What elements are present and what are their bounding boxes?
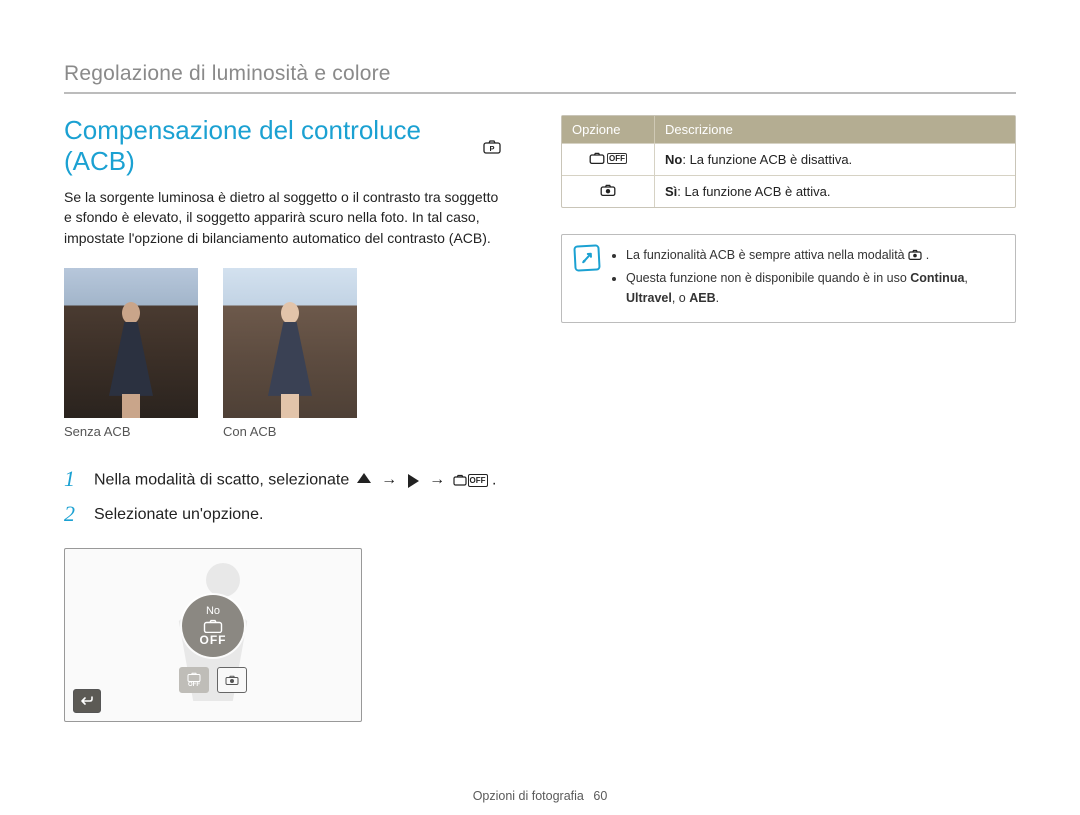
step-1-pre: Nella modalità di scatto, selezionate [94, 471, 354, 488]
camera-small-icon [908, 247, 926, 262]
table-row: Sì: La funzione ACB è attiva. [562, 175, 1015, 207]
cell-desc-on: Sì: La funzione ACB è attiva. [655, 176, 1015, 207]
note-bullet-1: La funzionalità ACB è sempre attiva nell… [626, 245, 1003, 265]
header-option: Opzione [562, 116, 655, 143]
step-2: 2 Selezionate un'opzione. [64, 504, 501, 526]
up-triangle-icon [357, 473, 371, 483]
option-bubble-label: No [206, 605, 220, 617]
acb-on-icon [600, 184, 616, 196]
step-2-text: Selezionate un'opzione. [94, 504, 501, 526]
steps-list: 1 Nella modalità di scatto, selezionate … [64, 469, 501, 526]
table-header: Opzione Descrizione [562, 116, 1015, 143]
table-row: OFF No: La funzione ACB è disattiva. [562, 143, 1015, 175]
camera-p-icon: P [483, 140, 501, 157]
footer-section: Opzioni di fotografia [473, 789, 584, 803]
cell-icon-off: OFF [562, 144, 655, 175]
intro-paragraph: Se la sorgente luminosa è dietro al sogg… [64, 187, 501, 248]
right-pointer-icon [408, 474, 419, 488]
sample-without-label: Senza ACB [64, 424, 198, 439]
step-1: 1 Nella modalità di scatto, selezionate … [64, 469, 501, 492]
note-box: La funzionalità ACB è sempre attiva nell… [561, 234, 1016, 323]
step-1-post: . [492, 471, 496, 488]
arrow-icon-2: → [429, 469, 445, 491]
footer-page-number: 60 [593, 789, 607, 803]
section-title-text: Compensazione del controluce (ACB) [64, 115, 469, 177]
step-2-number: 2 [64, 503, 80, 525]
camera-off-icon [203, 619, 223, 633]
acb-off-icon: OFF [453, 474, 488, 487]
sample-with-acb: Con ACB [223, 268, 357, 439]
note-icon [573, 244, 600, 271]
option-table: Opzione Descrizione OFF [561, 115, 1016, 208]
mini-off-text: OFF [188, 682, 200, 688]
mini-option-off[interactable]: OFF [179, 667, 209, 693]
cell-icon-on [562, 176, 655, 207]
note-body: La funzionalità ACB è sempre attiva nell… [610, 245, 1003, 312]
section-title: Compensazione del controluce (ACB) P [64, 115, 501, 177]
sample-row: Senza ACB Con ACB [64, 268, 501, 439]
mini-option-on[interactable] [217, 667, 247, 693]
back-arrow-icon [80, 695, 94, 707]
back-button[interactable] [73, 689, 101, 713]
acb-off-icon [589, 152, 605, 164]
header-description: Descrizione [655, 116, 743, 143]
step-1-number: 1 [64, 468, 80, 490]
breadcrumb: Regolazione di luminosità e colore [64, 62, 391, 86]
sample-image-dark [64, 268, 198, 418]
sample-without-acb: Senza ACB [64, 268, 198, 439]
sample-image-bright [223, 268, 357, 418]
page-footer: Opzioni di fotografia 60 [0, 789, 1080, 803]
cell-desc-off: No: La funzione ACB è disattiva. [655, 144, 1015, 175]
option-bubble[interactable]: No OFF [182, 595, 244, 657]
note-bullet-2: Questa funzione non è disponibile quando… [626, 269, 1003, 308]
sample-with-label: Con ACB [223, 424, 357, 439]
arrow-icon: → [381, 469, 397, 491]
option-bubble-off: OFF [200, 633, 227, 647]
step-1-text: Nella modalità di scatto, selezionate → … [94, 469, 501, 492]
option-screen: No OFF OFF [64, 548, 362, 722]
divider [64, 92, 1016, 94]
svg-text:P: P [489, 144, 494, 153]
